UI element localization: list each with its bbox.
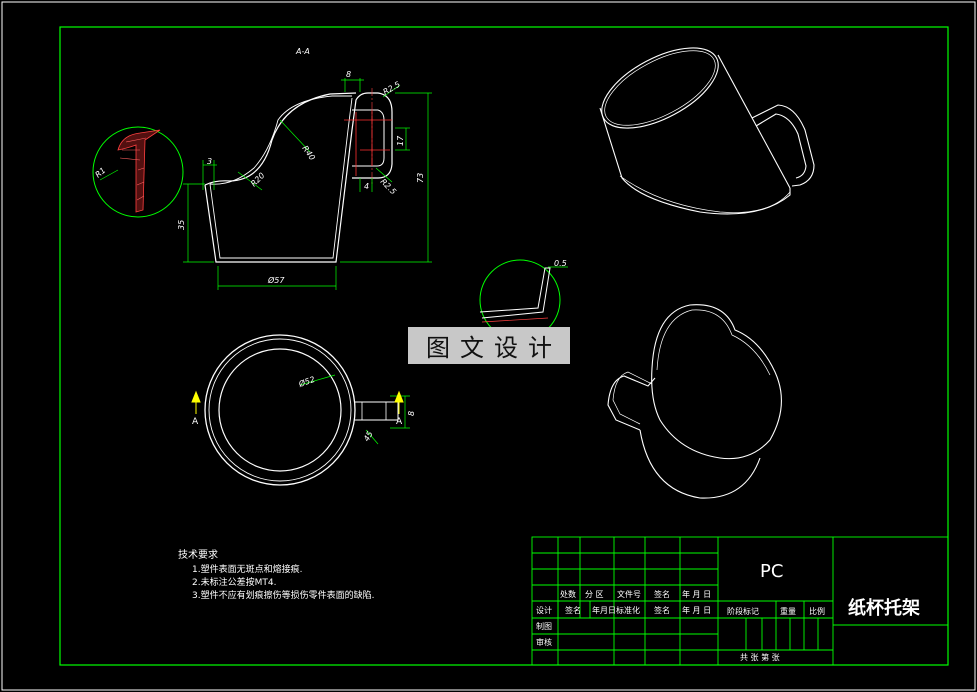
tech-req-title: 技术要求 <box>178 548 218 561</box>
iso-view-top <box>599 47 815 215</box>
dim-12: R1 <box>94 166 108 180</box>
tech-req-item-2: 2.未标注公差按MT4. <box>192 576 276 588</box>
dim-14: Ø52 <box>296 374 316 389</box>
dim-16: 45 <box>362 430 375 443</box>
tb-drawing: 制图 <box>536 621 552 631</box>
tb-label-chushu: 处数 <box>560 589 576 599</box>
tb-design: 设计 <box>536 605 552 615</box>
technical-requirements: 技术要求 1.塑件表面无斑点和熔接痕. 2.未标注公差按MT4. 3.塑件不应有… <box>178 548 374 601</box>
tech-req-item-1: 1.塑件表面无斑点和熔接痕. <box>192 563 302 575</box>
dim-15: 8 <box>407 411 416 416</box>
tb-label-nianyueri: 年 月 日 <box>682 589 711 599</box>
tb-weight: 重量 <box>780 606 796 616</box>
title-block-text: 处数 分 区 文件号 签名 年 月 日 设计 签名 年月日 标准化 签名 年 月… <box>536 561 920 662</box>
tb-design-sign: 签名 <box>565 605 581 615</box>
iso-view-bottom <box>607 304 782 499</box>
tb-standardization: 标准化 <box>616 605 640 615</box>
dim-2: R2.5 <box>382 80 402 97</box>
dim-8: 35 <box>177 220 186 230</box>
tb-label-qianming: 签名 <box>654 589 670 599</box>
tb-std-sign: 签名 <box>654 605 670 615</box>
section-mark-right: A <box>396 417 403 427</box>
dim-1: 8 <box>346 70 351 79</box>
dim-13: 0.5 <box>554 259 567 268</box>
tb-std-date: 年 月 日 <box>682 605 711 615</box>
section-view: A-A 8 R2.5 R40 R20 3 73 17 35 Ø57 4 R2.5 <box>177 47 432 290</box>
section-mark-left: A <box>192 417 199 427</box>
dim-9: Ø57 <box>267 275 285 285</box>
tb-sheets: 共 张 第 张 <box>740 652 780 662</box>
tb-material: PC <box>760 561 783 582</box>
tb-stage-mark: 阶段标记 <box>727 606 759 616</box>
dim-3: R40 <box>300 144 316 162</box>
tb-review: 审核 <box>536 637 552 647</box>
dim-10: 4 <box>364 182 369 191</box>
tb-label-wenjianhao: 文件号 <box>617 589 641 599</box>
dim-11: R2.5 <box>379 177 398 196</box>
watermark-text: 图文设计 <box>426 334 562 362</box>
detail-view-left: R1 <box>92 126 184 218</box>
tb-scale: 比例 <box>809 606 825 616</box>
tb-label-fenqu: 分 区 <box>585 590 604 599</box>
section-label: A-A <box>295 47 310 56</box>
tb-design-date: 年月日 <box>592 605 616 615</box>
tech-req-item-3: 3.塑件不应有划痕擦伤等损伤零件表面的缺陷. <box>192 589 374 601</box>
tb-part-name: 纸杯托架 <box>848 597 920 619</box>
watermark-banner: 图文设计 <box>408 327 570 364</box>
dim-7: 17 <box>396 135 405 146</box>
dim-5: 3 <box>207 157 212 166</box>
dim-6: 73 <box>416 173 425 183</box>
top-view: Ø52 8 45 A A <box>191 334 416 486</box>
